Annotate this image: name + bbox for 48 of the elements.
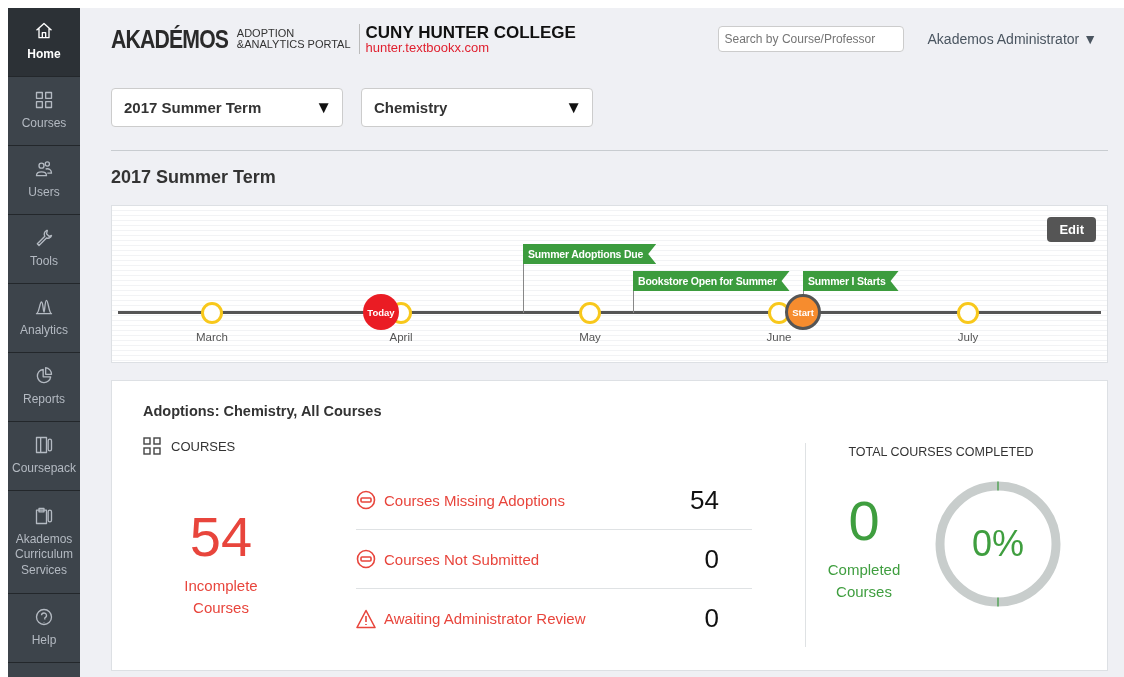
nav-item[interactable]: Home <box>8 8 80 77</box>
month-marker <box>957 302 979 324</box>
book-icon <box>34 435 54 456</box>
status-link[interactable]: Courses Not Submitted <box>356 549 540 569</box>
month-marker <box>579 302 601 324</box>
month-label: April <box>389 331 413 343</box>
event-flag[interactable]: Bookstore Open for Summer <box>633 271 790 291</box>
stat-label: Incomplete Courses <box>183 576 259 618</box>
stat-label: Completed Courses <box>826 560 902 602</box>
panel-title: Adoptions: Chemistry, All Courses <box>143 403 383 419</box>
stat-number: 0 <box>848 493 880 550</box>
edit-button[interactable]: Edit <box>1047 217 1096 242</box>
help-icon <box>34 607 54 628</box>
grid-icon <box>143 437 161 455</box>
event-flag[interactable]: Summer I Starts <box>803 271 899 291</box>
wrench-icon <box>34 228 54 249</box>
status-count: 54 <box>690 484 719 516</box>
logo-wordmark: AKADÉMOS <box>111 24 229 54</box>
section-heading: TOTAL COURSES COMPLETED <box>848 445 1034 459</box>
month-marker <box>201 302 223 324</box>
college-name: CUNY HUNTER COLLEGE <box>365 24 576 41</box>
logo-subtitle: ADOPTION <box>236 28 296 39</box>
section-heading: COURSES <box>171 438 236 454</box>
status-count: 0 <box>704 543 719 575</box>
start-marker: Start <box>785 294 821 330</box>
dropdown[interactable]: Chemistry ▼ <box>361 88 593 127</box>
warning-icon <box>356 608 376 629</box>
status-link[interactable]: Awaiting Administrator Review <box>356 608 586 629</box>
event-flag[interactable]: Summer Adoptions Due <box>523 244 657 264</box>
section-title: 2017 Summer Term <box>111 167 277 189</box>
status-count: 0 <box>704 603 719 634</box>
stat-number: 54 <box>189 509 253 565</box>
clipboard-icon <box>34 505 54 526</box>
status-link[interactable]: Courses Missing Adoptions <box>356 490 565 510</box>
month-label: June <box>766 331 792 343</box>
month-label: March <box>196 331 228 343</box>
user-menu[interactable]: Akademos Administrator ▼ <box>927 31 1097 47</box>
grid-icon <box>34 90 54 111</box>
dropdown[interactable]: 2017 Summer Term ▼ <box>111 88 343 127</box>
month-label: May <box>579 331 601 343</box>
site-link[interactable]: hunter.textbookx.com <box>365 41 576 54</box>
no-entry-icon <box>356 549 376 569</box>
month-label: July <box>957 331 979 343</box>
percent-value: 0% <box>972 523 1024 565</box>
search-field[interactable]: Search by Course/Professor <box>717 26 904 52</box>
logo-subtitle: &ANALYTICS PORTAL <box>236 39 351 50</box>
no-entry-icon <box>356 490 376 510</box>
today-marker: Today <box>363 294 399 330</box>
